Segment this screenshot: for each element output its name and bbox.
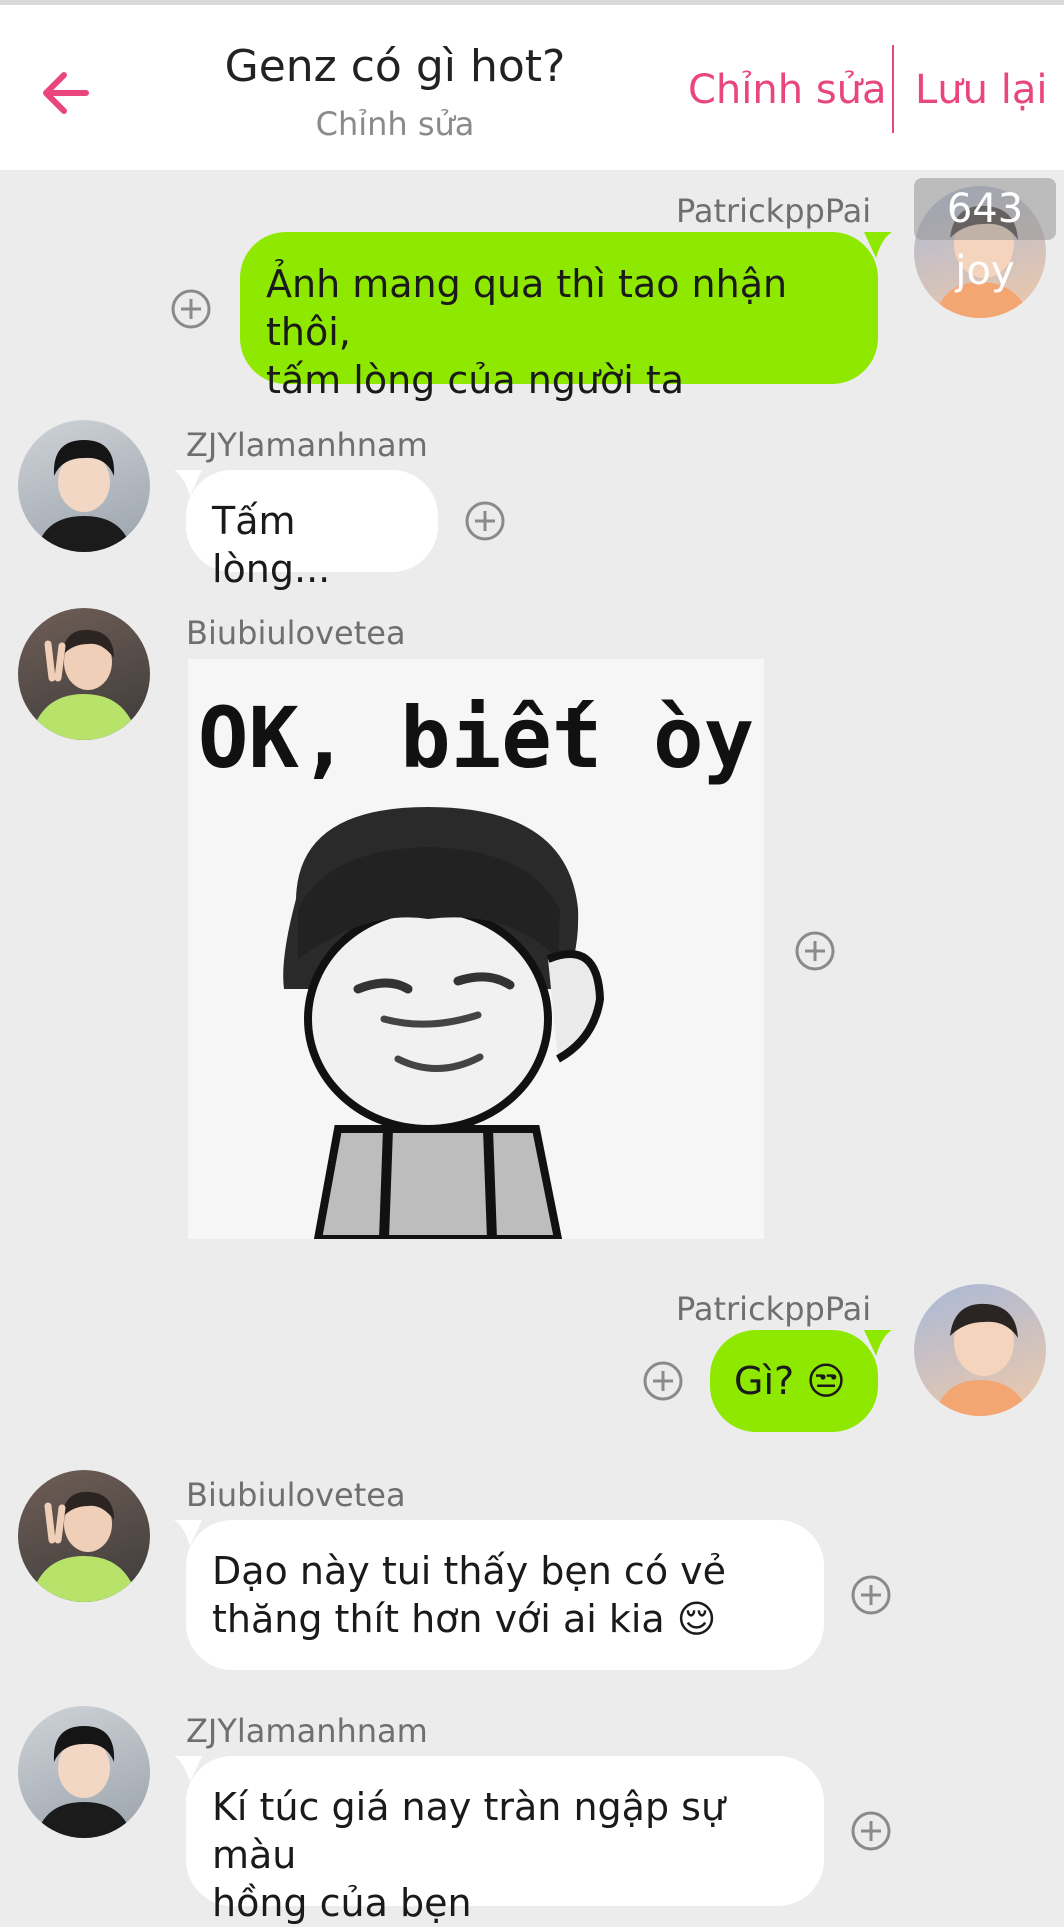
sender-name: ZJYlamanhnam — [186, 426, 428, 464]
page-subtitle: Chỉnh sửa — [315, 105, 475, 143]
sender-name: PatrickppPai — [676, 1290, 872, 1328]
add-reaction-icon[interactable] — [794, 930, 836, 972]
message-text: Ảnh mang qua thì tao nhận thôi, — [266, 262, 788, 354]
bubble-tail — [174, 1756, 202, 1782]
sender-name: ZJYlamanhnam — [186, 1712, 428, 1750]
sticker-image[interactable]: OK, biết òy — [188, 659, 764, 1239]
message-bubble[interactable]: Tấm lòng... — [186, 470, 438, 591]
message-text: Gì? 😒 — [734, 1359, 846, 1403]
add-reaction-icon[interactable] — [464, 500, 506, 542]
save-button[interactable]: Lưu lại — [915, 67, 1047, 113]
avatar[interactable] — [914, 1284, 1046, 1416]
meme-face-icon — [283, 807, 605, 1239]
add-reaction-icon[interactable] — [642, 1360, 684, 1402]
avatar[interactable] — [18, 1706, 150, 1838]
page-title: Genz có gì hot? — [224, 41, 566, 92]
message-bubble[interactable]: Ảnh mang qua thì tao nhận thôi, tấm lòng… — [240, 232, 878, 402]
avatar[interactable] — [18, 420, 150, 552]
avatar[interactable] — [18, 608, 150, 740]
message-text: Tấm lòng... — [212, 499, 331, 591]
avatar[interactable] — [18, 1470, 150, 1602]
add-reaction-icon[interactable] — [850, 1810, 892, 1852]
message-text: Dạo này tui thấy bẹn có vẻ — [212, 1549, 727, 1593]
sender-name: Biubiulovetea — [186, 1476, 406, 1514]
add-reaction-icon[interactable] — [850, 1574, 892, 1616]
message-text: Kí túc giá nay tràn ngập sự màu — [212, 1785, 726, 1877]
bubble-tail — [174, 470, 202, 496]
add-reaction-icon[interactable] — [170, 288, 212, 330]
sender-name: Biubiulovetea — [186, 614, 406, 652]
header-divider — [892, 45, 894, 133]
message-bubble[interactable]: Gì? 😒 — [710, 1330, 878, 1432]
message-text: tấm lòng của người ta — [266, 358, 685, 402]
message-text: thăng thít hơn với ai kia 😌 — [212, 1597, 717, 1641]
bubble-tail — [864, 1330, 892, 1356]
message-bubble[interactable]: Kí túc giá nay tràn ngập sự màu hồng của… — [186, 1756, 824, 1925]
joy-badge: 643 joy — [914, 178, 1056, 294]
message-bubble[interactable]: Dạo này tui thấy bẹn có vẻ thăng thít hơ… — [186, 1520, 824, 1670]
sender-name: PatrickppPai — [676, 192, 872, 230]
app-header: Genz có gì hot? Chỉnh sửa Chỉnh sửa Lưu … — [0, 5, 1064, 170]
bubble-tail — [174, 1520, 202, 1546]
bubble-tail — [864, 232, 892, 258]
edit-button[interactable]: Chỉnh sửa — [688, 67, 887, 113]
